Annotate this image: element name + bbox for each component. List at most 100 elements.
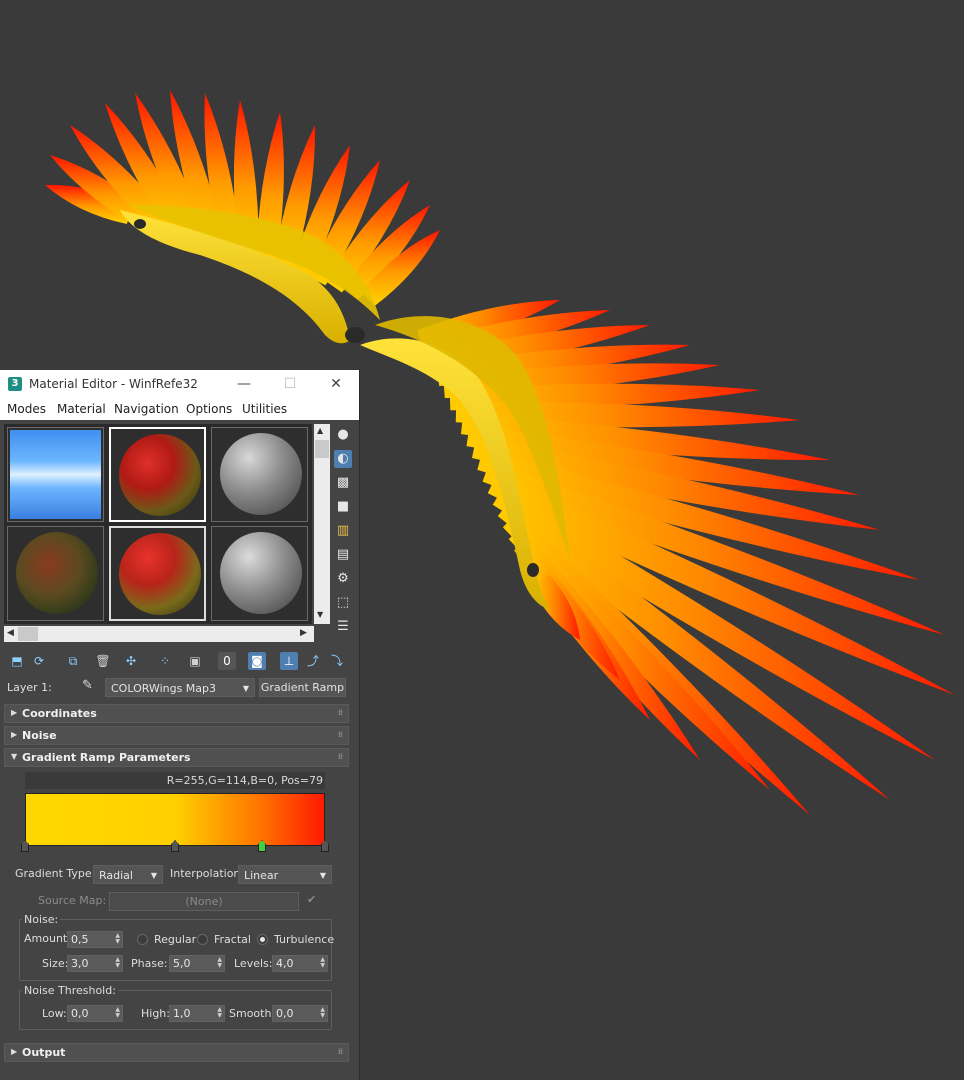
- gradient-ramp[interactable]: [25, 793, 325, 846]
- expand-arrow-icon: ▶: [11, 708, 18, 717]
- go-to-parent-icon[interactable]: ⤴: [304, 652, 322, 670]
- amount-spinner[interactable]: 0,5 ▲ ▼: [67, 931, 123, 948]
- menu-modes[interactable]: Modes: [7, 402, 46, 416]
- map-name-value: COLORWings Map3: [111, 682, 217, 695]
- low-spinner[interactable]: 0,0 ▲ ▼: [67, 1005, 123, 1022]
- smooth-spinner[interactable]: 0,0 ▲ ▼: [272, 1005, 328, 1022]
- make-unique-icon[interactable]: ✣: [122, 652, 140, 670]
- sample-uv-tiling-icon[interactable]: ■: [334, 498, 352, 516]
- checkmark-icon[interactable]: ✔: [307, 893, 316, 906]
- spinner-arrows-icon[interactable]: ▲ ▼: [115, 957, 120, 969]
- gradient-flags: [21, 840, 329, 854]
- spinner-arrows-icon[interactable]: ▲ ▼: [320, 1007, 325, 1019]
- sample-slot-4[interactable]: [7, 526, 104, 621]
- material-sphere-preview: [119, 533, 201, 615]
- eyedropper-icon[interactable]: ✎: [82, 678, 93, 693]
- source-map-button[interactable]: (None): [109, 892, 299, 911]
- low-value: 0,0: [71, 1007, 89, 1020]
- rollout-noise[interactable]: ▶ Noise ⁞⁞: [4, 726, 349, 745]
- slots-vertical-scrollbar[interactable]: ▲ ▼: [314, 424, 330, 624]
- map-name-field[interactable]: COLORWings Map3 ▼: [105, 678, 255, 697]
- menu-material[interactable]: Material: [57, 402, 106, 416]
- rollout-output[interactable]: ▶ Output ⁞⁞: [4, 1043, 349, 1062]
- rollout-coordinates[interactable]: ▶ Coordinates ⁞⁞: [4, 704, 349, 723]
- sample-slot-5[interactable]: [109, 526, 206, 621]
- show-end-result-icon[interactable]: ⊥: [280, 652, 298, 670]
- put-to-library-icon[interactable]: ⁘: [156, 652, 174, 670]
- material-id-channel-icon[interactable]: 0: [218, 652, 236, 670]
- scroll-thumb[interactable]: [18, 627, 38, 641]
- phase-spinner[interactable]: 5,0 ▲ ▼: [169, 955, 225, 972]
- close-button[interactable]: ✕: [321, 374, 351, 394]
- spinner-arrows-icon[interactable]: ▲ ▼: [115, 933, 120, 945]
- radio-regular[interactable]: [137, 934, 148, 945]
- sample-slot-3[interactable]: [211, 427, 308, 522]
- scroll-up-icon[interactable]: ▲: [317, 426, 323, 435]
- spinner-arrows-icon[interactable]: ▲ ▼: [320, 957, 325, 969]
- size-spinner[interactable]: 3,0 ▲ ▼: [67, 955, 123, 972]
- put-material-to-scene-icon[interactable]: ⟳: [30, 652, 48, 670]
- map-type-button[interactable]: Gradient Ramp: [259, 678, 346, 697]
- delete-icon[interactable]: 🗑: [94, 652, 112, 670]
- gradient-flag[interactable]: [258, 840, 266, 852]
- go-forward-to-sibling-icon[interactable]: ⤵: [328, 652, 346, 670]
- sample-type-sphere-icon[interactable]: ●: [334, 426, 352, 444]
- scroll-left-icon[interactable]: ◀: [7, 628, 14, 638]
- make-preview-icon[interactable]: ▤: [334, 546, 352, 564]
- material-map-navigator-icon[interactable]: ☰: [334, 618, 352, 636]
- high-label: High:: [141, 1007, 170, 1020]
- get-material-icon[interactable]: ⬒: [8, 652, 26, 670]
- scroll-down-icon[interactable]: ▼: [317, 610, 323, 619]
- radio-fractal[interactable]: [197, 934, 208, 945]
- title-bar[interactable]: 3 Material Editor - WinfRefe32 — ☐ ✕: [0, 370, 359, 399]
- gradient-type-label: Gradient Type:: [15, 867, 96, 880]
- spinner-arrows-icon[interactable]: ▲ ▼: [217, 1007, 222, 1019]
- gradient-flag[interactable]: [21, 840, 29, 852]
- gradient-type-dropdown[interactable]: Radial ▼: [93, 865, 163, 884]
- collapse-arrow-icon: ▼: [11, 752, 18, 761]
- levels-spinner[interactable]: 4,0 ▲ ▼: [272, 955, 328, 972]
- video-color-check-icon[interactable]: ▥: [334, 522, 352, 540]
- expand-arrow-icon: ▶: [11, 1047, 18, 1056]
- layer-row: Layer 1: ✎ COLORWings Map3 ▼ Gradient Ra…: [0, 676, 359, 700]
- menu-utilities[interactable]: Utilities: [242, 402, 287, 416]
- background-checker-icon[interactable]: ▩: [334, 474, 352, 492]
- size-label: Size:: [42, 957, 69, 970]
- backlight-icon[interactable]: ◐: [334, 450, 352, 468]
- scroll-right-icon[interactable]: ▶: [300, 628, 307, 638]
- sample-slot-1[interactable]: [7, 427, 104, 522]
- save-icon[interactable]: ▣: [186, 652, 204, 670]
- minimize-button[interactable]: —: [229, 374, 259, 394]
- expand-arrow-icon: ▶: [11, 730, 18, 739]
- slots-horizontal-scrollbar[interactable]: ◀ ▶: [4, 626, 314, 642]
- radio-turbulence[interactable]: [257, 934, 268, 945]
- select-by-material-icon[interactable]: ⬚: [334, 594, 352, 612]
- wing-joint: [134, 219, 146, 229]
- app-logo-icon: 3: [8, 377, 22, 391]
- gradient-flag[interactable]: [171, 840, 179, 852]
- show-shaded-in-viewport-icon[interactable]: ◙: [248, 652, 266, 670]
- assign-material-icon[interactable]: ⧉: [64, 652, 82, 670]
- spinner-arrows-icon[interactable]: ▲ ▼: [115, 1007, 120, 1019]
- menu-navigation[interactable]: Navigation: [114, 402, 179, 416]
- sample-slot-2[interactable]: [109, 427, 206, 522]
- options-icon[interactable]: ⚙: [334, 570, 352, 588]
- material-sphere-preview: [119, 434, 201, 516]
- gradient-flag[interactable]: [321, 840, 329, 852]
- rollout-gradient-ramp-parameters[interactable]: ▼ Gradient Ramp Parameters ⁞⁞: [4, 748, 349, 767]
- scroll-thumb[interactable]: [315, 440, 329, 458]
- high-value: 1,0: [173, 1007, 191, 1020]
- chevron-down-icon: ▼: [150, 871, 157, 880]
- gradient-type-value: Radial: [99, 869, 133, 882]
- phase-label: Phase:: [131, 957, 168, 970]
- interpolation-dropdown[interactable]: Linear ▼: [238, 865, 332, 884]
- phase-value: 5,0: [173, 957, 191, 970]
- sample-slot-6[interactable]: [211, 526, 308, 621]
- rollout-title: Noise: [22, 729, 57, 742]
- spinner-arrows-icon[interactable]: ▲ ▼: [217, 957, 222, 969]
- menu-options[interactable]: Options: [186, 402, 232, 416]
- material-sphere-preview: [16, 532, 98, 614]
- high-spinner[interactable]: 1,0 ▲ ▼: [169, 1005, 225, 1022]
- sky-map-preview: [10, 430, 101, 519]
- maximize-button[interactable]: ☐: [275, 374, 305, 394]
